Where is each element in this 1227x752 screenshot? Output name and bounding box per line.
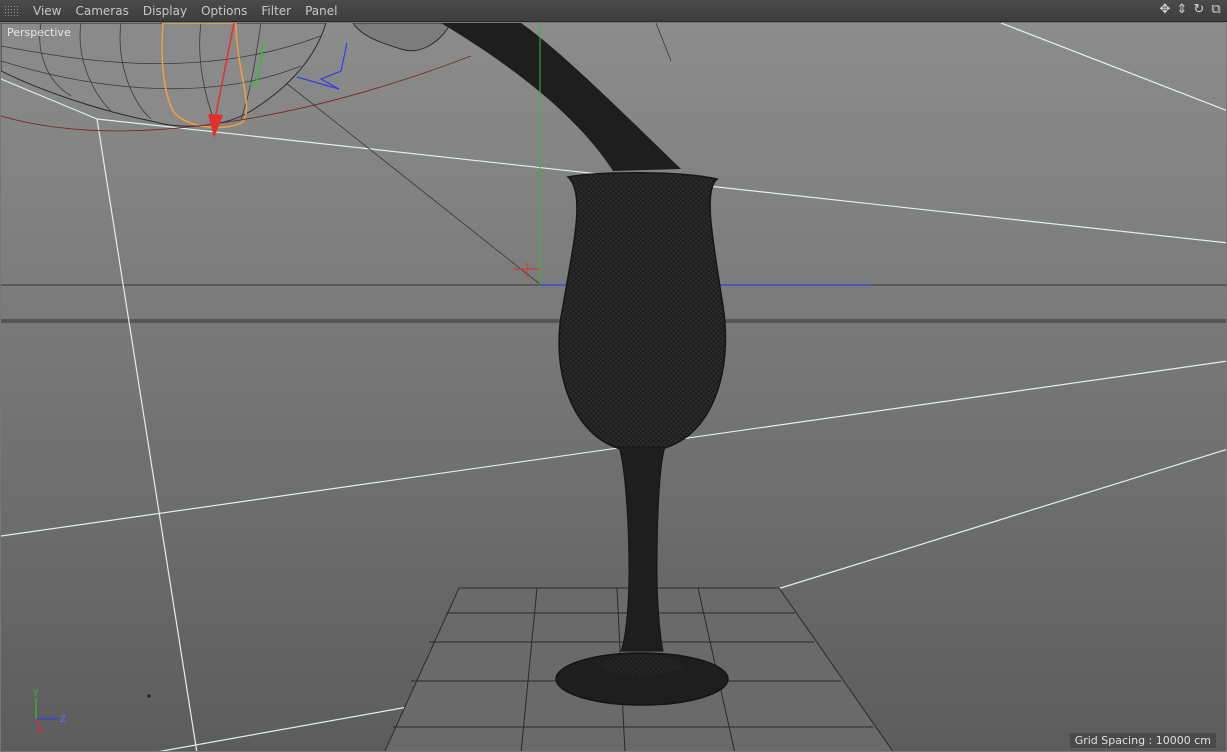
scene-point — [147, 694, 151, 698]
viewport-window: View Cameras Display Options Filter Pane… — [0, 0, 1227, 752]
axis-x-label: X — [37, 727, 43, 737]
dolly-view-icon[interactable]: ⇕ — [1175, 2, 1189, 18]
view-navigation: ✥ ⇕ ↻ ⧉ — [1158, 2, 1223, 18]
menu-display[interactable]: Display — [136, 0, 194, 22]
menu-panel[interactable]: Panel — [298, 0, 344, 22]
move-view-icon[interactable]: ✥ — [1158, 2, 1172, 18]
scene-canvas[interactable]: Y Z X — [1, 23, 1227, 752]
grid-spacing-label: Grid Spacing : 10000 cm — [1069, 733, 1216, 748]
camera-label[interactable]: Perspective — [7, 26, 71, 39]
axis-y-label: Y — [32, 689, 39, 699]
axis-z-label: Z — [60, 715, 66, 725]
rotate-view-icon[interactable]: ↻ — [1192, 2, 1206, 18]
menu-options[interactable]: Options — [194, 0, 254, 22]
toggle-view-icon[interactable]: ⧉ — [1209, 2, 1223, 18]
menu-view[interactable]: View — [26, 0, 68, 22]
viewport-menubar: View Cameras Display Options Filter Pane… — [0, 0, 1227, 22]
perspective-viewport[interactable]: Y Z X Perspective Grid Spacing : 10000 c… — [0, 22, 1227, 752]
panel-grip-icon[interactable] — [4, 4, 18, 17]
menu-filter[interactable]: Filter — [254, 0, 298, 22]
menu-cameras[interactable]: Cameras — [68, 0, 135, 22]
